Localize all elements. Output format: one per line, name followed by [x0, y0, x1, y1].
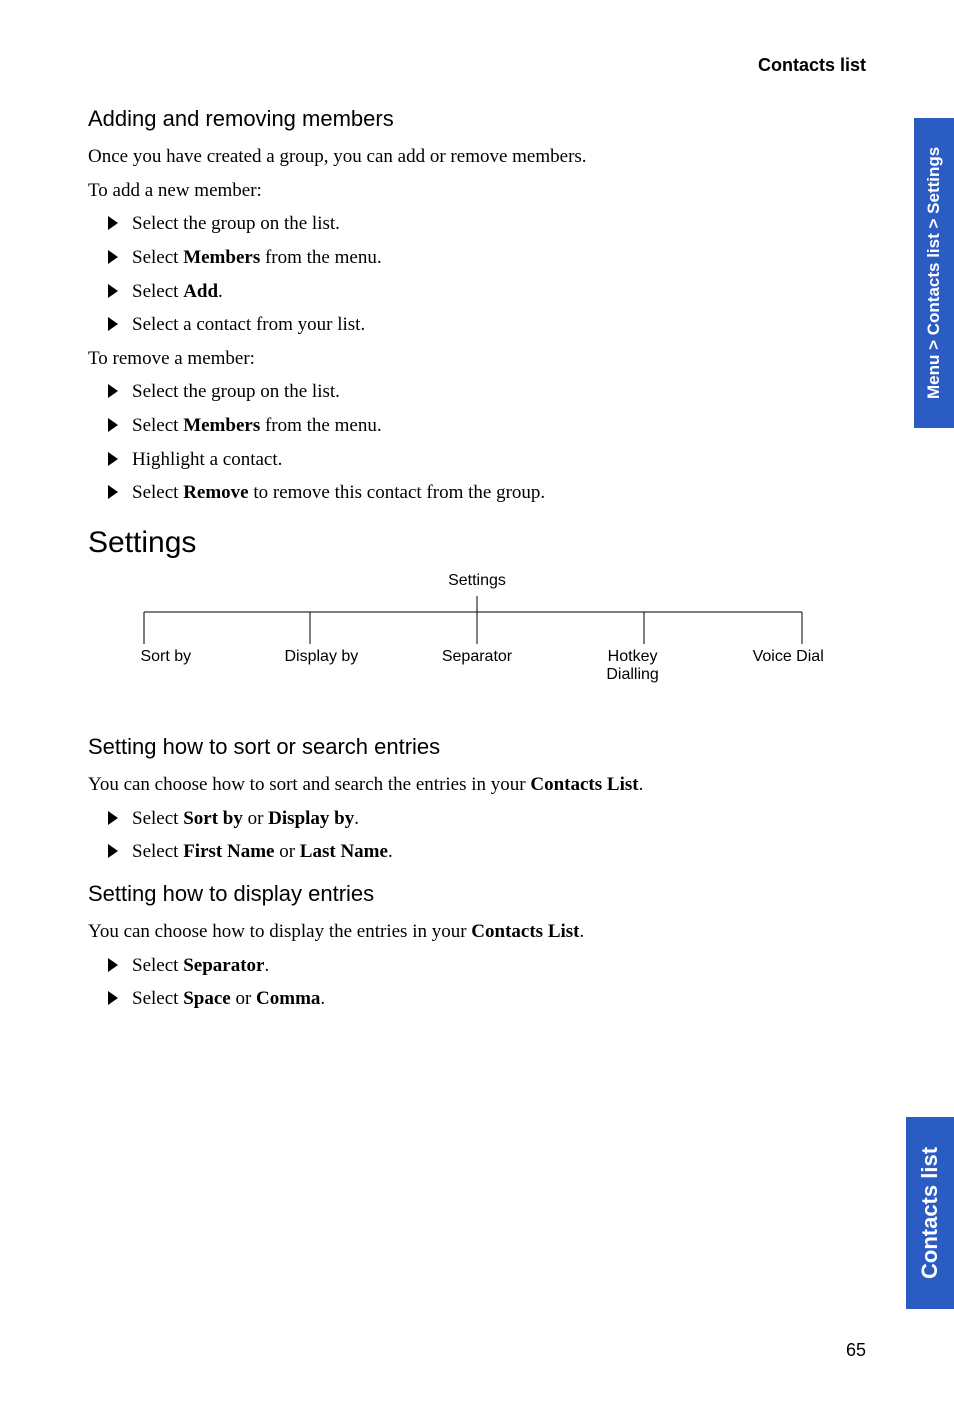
side-tab-section: Contacts list [906, 1117, 954, 1309]
text-bold: Contacts List [530, 774, 638, 795]
text-bold: Add [183, 281, 218, 302]
text-fragment: . [580, 921, 585, 942]
section-heading-sort: Setting how to sort or search entries [88, 734, 866, 760]
text-bold: Contacts List [471, 921, 579, 942]
list-item: Select Space or Comma. [88, 986, 866, 1012]
text-bold: Members [183, 415, 260, 436]
step-text: Select Sort by or Display by. [132, 806, 359, 832]
text-fragment: . [388, 841, 393, 862]
page-header: Contacts list [88, 55, 866, 76]
settings-tree: Settings Sort by Display by Separator Ho… [88, 572, 866, 684]
text-bold: Sort by [183, 808, 243, 829]
tree-leaf: Separator [399, 648, 555, 684]
list-item: Select Members from the menu. [88, 413, 866, 439]
step-text: Select the group on the list. [132, 211, 340, 237]
section-heading-display: Setting how to display entries [88, 881, 866, 907]
text-bold: Space [183, 988, 231, 1009]
text-fragment: to remove this contact from the group. [249, 482, 546, 503]
text-fragment: Select [132, 955, 183, 976]
triangle-icon [108, 844, 118, 858]
text-bold: First Name [183, 841, 274, 862]
tree-leaf: Display by [244, 648, 400, 684]
text-fragment: . [354, 808, 359, 829]
step-text: Select Remove to remove this contact fro… [132, 480, 545, 506]
list-item: Select the group on the list. [88, 379, 866, 405]
text-fragment: Select [132, 482, 183, 503]
text-fragment: Select [132, 281, 183, 302]
triangle-icon [108, 384, 118, 398]
text-bold: Display by [268, 808, 354, 829]
triangle-icon [108, 991, 118, 1005]
list-item: Select Add. [88, 279, 866, 305]
step-text: Select First Name or Last Name. [132, 839, 393, 865]
triangle-icon [108, 216, 118, 230]
tree-connectors [88, 596, 866, 648]
list-item: Select Separator. [88, 953, 866, 979]
text-bold: Remove [183, 482, 248, 503]
text-fragment: . [218, 281, 223, 302]
text-fragment: Select [132, 841, 183, 862]
list-item: Select First Name or Last Name. [88, 839, 866, 865]
tree-leaf-line: Hotkey [555, 648, 711, 666]
side-tab-breadcrumb: Menu > Contacts list > Settings [914, 118, 954, 428]
text-bold: Comma [256, 988, 320, 1009]
text-fragment: . [639, 774, 644, 795]
triangle-icon [108, 958, 118, 972]
triangle-icon [108, 284, 118, 298]
intro-text: You can choose how to sort and search th… [88, 772, 866, 798]
text-bold: Last Name [300, 841, 388, 862]
page-number: 65 [846, 1340, 866, 1361]
step-text: Select Add. [132, 279, 223, 305]
text-fragment: Select [132, 415, 183, 436]
intro-text: You can choose how to display the entrie… [88, 919, 866, 945]
triangle-icon [108, 250, 118, 264]
text-fragment: from the menu. [260, 247, 381, 268]
list-item: Select the group on the list. [88, 211, 866, 237]
triangle-icon [108, 317, 118, 331]
section-heading-adding: Adding and removing members [88, 106, 866, 132]
text-fragment: or [274, 841, 299, 862]
text-fragment: Select [132, 247, 183, 268]
text-fragment: . [320, 988, 325, 1009]
step-text: Highlight a contact. [132, 447, 282, 473]
list-item: Select a contact from your list. [88, 312, 866, 338]
tree-leaf: Voice Dial [710, 648, 866, 684]
text-fragment: You can choose how to sort and search th… [88, 774, 530, 795]
triangle-icon [108, 452, 118, 466]
tree-root-label: Settings [88, 572, 866, 590]
text-bold: Separator [183, 955, 264, 976]
step-text: Select Members from the menu. [132, 245, 382, 271]
triangle-icon [108, 811, 118, 825]
text-fragment: Select [132, 988, 183, 1009]
intro-text: Once you have created a group, you can a… [88, 144, 866, 170]
section-heading-settings: Settings [88, 526, 866, 560]
step-text: Select the group on the list. [132, 379, 340, 405]
tree-leaf: Hotkey Dialling [555, 648, 711, 684]
list-item: Select Sort by or Display by. [88, 806, 866, 832]
text-fragment: . [264, 955, 269, 976]
text-fragment: or [231, 988, 256, 1009]
list-item: Select Members from the menu. [88, 245, 866, 271]
list-item: Select Remove to remove this contact fro… [88, 480, 866, 506]
step-text: Select Members from the menu. [132, 413, 382, 439]
text-bold: Members [183, 247, 260, 268]
tree-leaf-line: Dialling [555, 666, 711, 684]
text-fragment: Select [132, 808, 183, 829]
step-text: Select Separator. [132, 953, 269, 979]
triangle-icon [108, 418, 118, 432]
remove-intro: To remove a member: [88, 346, 866, 372]
list-item: Highlight a contact. [88, 447, 866, 473]
text-fragment: or [243, 808, 268, 829]
add-intro: To add a new member: [88, 178, 866, 204]
text-fragment: You can choose how to display the entrie… [88, 921, 471, 942]
text-fragment: from the menu. [260, 415, 381, 436]
triangle-icon [108, 485, 118, 499]
tree-leaf: Sort by [88, 648, 244, 684]
step-text: Select Space or Comma. [132, 986, 325, 1012]
step-text: Select a contact from your list. [132, 312, 365, 338]
